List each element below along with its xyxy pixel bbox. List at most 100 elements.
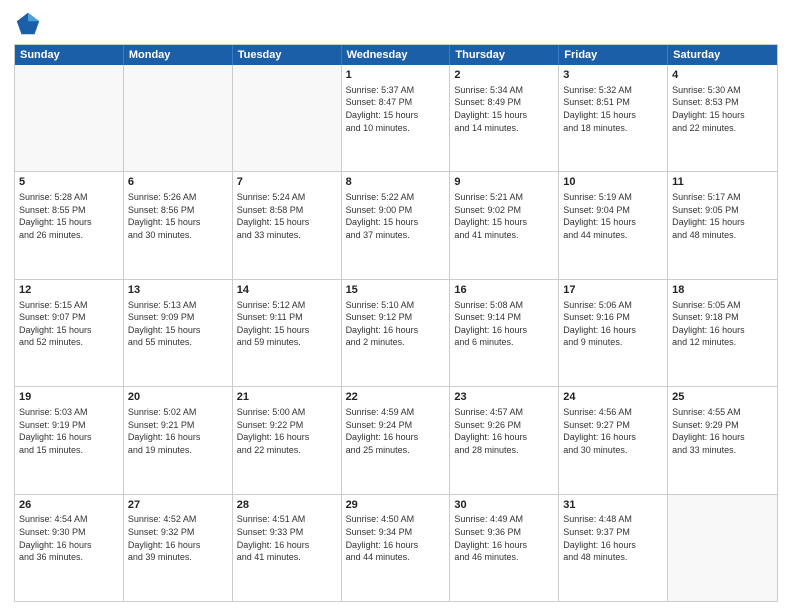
calendar-row-4: 26Sunrise: 4:54 AM Sunset: 9:30 PM Dayli… (15, 494, 777, 601)
day-cell-31: 31Sunrise: 4:48 AM Sunset: 9:37 PM Dayli… (559, 495, 668, 601)
day-cell-8: 8Sunrise: 5:22 AM Sunset: 9:00 PM Daylig… (342, 172, 451, 278)
calendar-row-2: 12Sunrise: 5:15 AM Sunset: 9:07 PM Dayli… (15, 279, 777, 386)
header (14, 10, 778, 38)
day-cell-23: 23Sunrise: 4:57 AM Sunset: 9:26 PM Dayli… (450, 387, 559, 493)
day-number: 6 (128, 175, 228, 190)
empty-cell (15, 65, 124, 171)
cell-info: Sunrise: 4:52 AM Sunset: 9:32 PM Dayligh… (128, 513, 228, 563)
logo-icon (14, 10, 42, 38)
day-cell-21: 21Sunrise: 5:00 AM Sunset: 9:22 PM Dayli… (233, 387, 342, 493)
cell-info: Sunrise: 5:30 AM Sunset: 8:53 PM Dayligh… (672, 84, 773, 134)
cell-info: Sunrise: 5:19 AM Sunset: 9:04 PM Dayligh… (563, 191, 663, 241)
day-cell-16: 16Sunrise: 5:08 AM Sunset: 9:14 PM Dayli… (450, 280, 559, 386)
day-number: 14 (237, 283, 337, 298)
day-cell-12: 12Sunrise: 5:15 AM Sunset: 9:07 PM Dayli… (15, 280, 124, 386)
day-number: 11 (672, 175, 773, 190)
day-cell-14: 14Sunrise: 5:12 AM Sunset: 9:11 PM Dayli… (233, 280, 342, 386)
day-cell-10: 10Sunrise: 5:19 AM Sunset: 9:04 PM Dayli… (559, 172, 668, 278)
day-number: 30 (454, 498, 554, 513)
day-cell-29: 29Sunrise: 4:50 AM Sunset: 9:34 PM Dayli… (342, 495, 451, 601)
calendar-header: SundayMondayTuesdayWednesdayThursdayFrid… (15, 45, 777, 65)
header-day-thursday: Thursday (450, 45, 559, 65)
empty-cell (668, 495, 777, 601)
day-cell-5: 5Sunrise: 5:28 AM Sunset: 8:55 PM Daylig… (15, 172, 124, 278)
cell-info: Sunrise: 5:24 AM Sunset: 8:58 PM Dayligh… (237, 191, 337, 241)
day-number: 28 (237, 498, 337, 513)
cell-info: Sunrise: 5:13 AM Sunset: 9:09 PM Dayligh… (128, 299, 228, 349)
day-number: 26 (19, 498, 119, 513)
day-cell-17: 17Sunrise: 5:06 AM Sunset: 9:16 PM Dayli… (559, 280, 668, 386)
logo (14, 10, 46, 38)
header-day-saturday: Saturday (668, 45, 777, 65)
calendar-row-3: 19Sunrise: 5:03 AM Sunset: 9:19 PM Dayli… (15, 386, 777, 493)
day-number: 22 (346, 390, 446, 405)
day-cell-1: 1Sunrise: 5:37 AM Sunset: 8:47 PM Daylig… (342, 65, 451, 171)
empty-cell (233, 65, 342, 171)
day-number: 31 (563, 498, 663, 513)
day-cell-6: 6Sunrise: 5:26 AM Sunset: 8:56 PM Daylig… (124, 172, 233, 278)
day-number: 15 (346, 283, 446, 298)
day-number: 2 (454, 68, 554, 83)
cell-info: Sunrise: 4:54 AM Sunset: 9:30 PM Dayligh… (19, 513, 119, 563)
day-number: 20 (128, 390, 228, 405)
day-number: 5 (19, 175, 119, 190)
page: SundayMondayTuesdayWednesdayThursdayFrid… (0, 0, 792, 612)
cell-info: Sunrise: 5:10 AM Sunset: 9:12 PM Dayligh… (346, 299, 446, 349)
cell-info: Sunrise: 4:48 AM Sunset: 9:37 PM Dayligh… (563, 513, 663, 563)
day-cell-30: 30Sunrise: 4:49 AM Sunset: 9:36 PM Dayli… (450, 495, 559, 601)
cell-info: Sunrise: 5:06 AM Sunset: 9:16 PM Dayligh… (563, 299, 663, 349)
day-cell-15: 15Sunrise: 5:10 AM Sunset: 9:12 PM Dayli… (342, 280, 451, 386)
cell-info: Sunrise: 5:26 AM Sunset: 8:56 PM Dayligh… (128, 191, 228, 241)
day-cell-4: 4Sunrise: 5:30 AM Sunset: 8:53 PM Daylig… (668, 65, 777, 171)
cell-info: Sunrise: 5:34 AM Sunset: 8:49 PM Dayligh… (454, 84, 554, 134)
day-cell-18: 18Sunrise: 5:05 AM Sunset: 9:18 PM Dayli… (668, 280, 777, 386)
cell-info: Sunrise: 5:37 AM Sunset: 8:47 PM Dayligh… (346, 84, 446, 134)
day-number: 23 (454, 390, 554, 405)
day-cell-24: 24Sunrise: 4:56 AM Sunset: 9:27 PM Dayli… (559, 387, 668, 493)
cell-info: Sunrise: 4:55 AM Sunset: 9:29 PM Dayligh… (672, 406, 773, 456)
day-cell-27: 27Sunrise: 4:52 AM Sunset: 9:32 PM Dayli… (124, 495, 233, 601)
cell-info: Sunrise: 5:03 AM Sunset: 9:19 PM Dayligh… (19, 406, 119, 456)
day-cell-26: 26Sunrise: 4:54 AM Sunset: 9:30 PM Dayli… (15, 495, 124, 601)
empty-cell (124, 65, 233, 171)
day-number: 8 (346, 175, 446, 190)
day-number: 29 (346, 498, 446, 513)
cell-info: Sunrise: 5:32 AM Sunset: 8:51 PM Dayligh… (563, 84, 663, 134)
day-cell-28: 28Sunrise: 4:51 AM Sunset: 9:33 PM Dayli… (233, 495, 342, 601)
day-number: 18 (672, 283, 773, 298)
day-number: 10 (563, 175, 663, 190)
cell-info: Sunrise: 5:15 AM Sunset: 9:07 PM Dayligh… (19, 299, 119, 349)
day-cell-7: 7Sunrise: 5:24 AM Sunset: 8:58 PM Daylig… (233, 172, 342, 278)
header-day-sunday: Sunday (15, 45, 124, 65)
day-cell-22: 22Sunrise: 4:59 AM Sunset: 9:24 PM Dayli… (342, 387, 451, 493)
cell-info: Sunrise: 4:59 AM Sunset: 9:24 PM Dayligh… (346, 406, 446, 456)
cell-info: Sunrise: 5:22 AM Sunset: 9:00 PM Dayligh… (346, 191, 446, 241)
header-day-tuesday: Tuesday (233, 45, 342, 65)
day-number: 3 (563, 68, 663, 83)
day-number: 16 (454, 283, 554, 298)
day-cell-20: 20Sunrise: 5:02 AM Sunset: 9:21 PM Dayli… (124, 387, 233, 493)
day-number: 13 (128, 283, 228, 298)
cell-info: Sunrise: 5:08 AM Sunset: 9:14 PM Dayligh… (454, 299, 554, 349)
day-number: 27 (128, 498, 228, 513)
day-number: 9 (454, 175, 554, 190)
day-number: 12 (19, 283, 119, 298)
cell-info: Sunrise: 5:02 AM Sunset: 9:21 PM Dayligh… (128, 406, 228, 456)
header-day-friday: Friday (559, 45, 668, 65)
calendar: SundayMondayTuesdayWednesdayThursdayFrid… (14, 44, 778, 602)
cell-info: Sunrise: 4:56 AM Sunset: 9:27 PM Dayligh… (563, 406, 663, 456)
day-number: 21 (237, 390, 337, 405)
day-number: 4 (672, 68, 773, 83)
day-cell-3: 3Sunrise: 5:32 AM Sunset: 8:51 PM Daylig… (559, 65, 668, 171)
cell-info: Sunrise: 5:21 AM Sunset: 9:02 PM Dayligh… (454, 191, 554, 241)
calendar-body: 1Sunrise: 5:37 AM Sunset: 8:47 PM Daylig… (15, 65, 777, 601)
calendar-row-0: 1Sunrise: 5:37 AM Sunset: 8:47 PM Daylig… (15, 65, 777, 171)
cell-info: Sunrise: 4:49 AM Sunset: 9:36 PM Dayligh… (454, 513, 554, 563)
day-number: 19 (19, 390, 119, 405)
cell-info: Sunrise: 5:00 AM Sunset: 9:22 PM Dayligh… (237, 406, 337, 456)
header-day-monday: Monday (124, 45, 233, 65)
day-number: 17 (563, 283, 663, 298)
day-number: 7 (237, 175, 337, 190)
day-number: 1 (346, 68, 446, 83)
day-cell-19: 19Sunrise: 5:03 AM Sunset: 9:19 PM Dayli… (15, 387, 124, 493)
